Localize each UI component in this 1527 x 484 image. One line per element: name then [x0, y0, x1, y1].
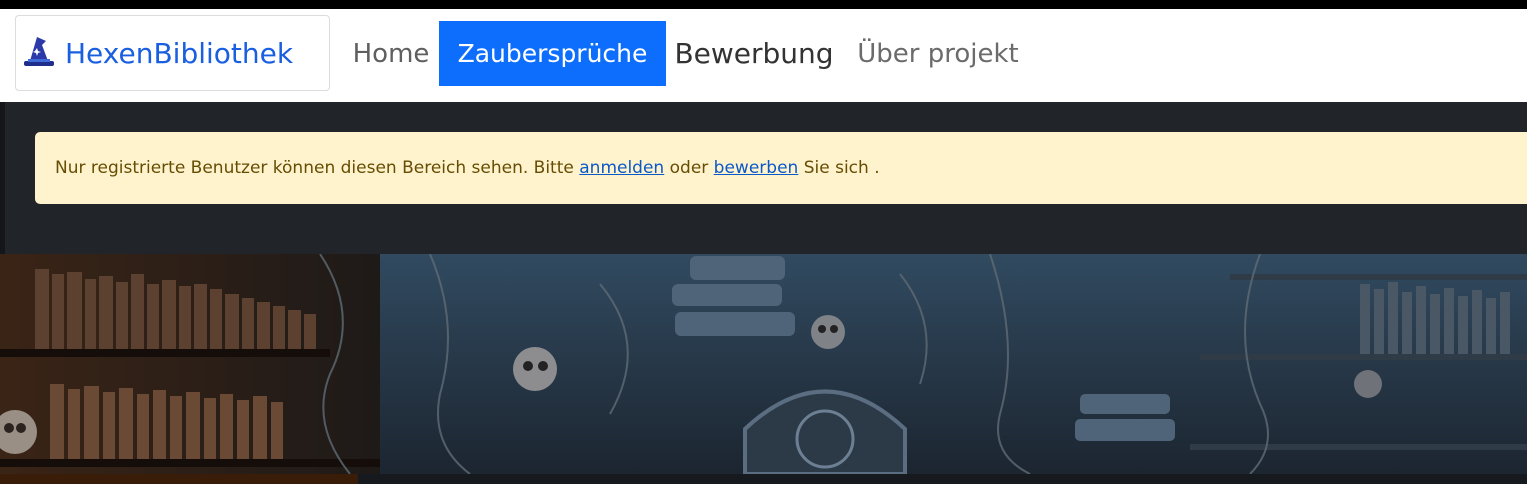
- library-illustration: [0, 254, 1527, 474]
- navbar: HexenBibliothek Home Zaubersprüche Bewer…: [0, 9, 1527, 102]
- nav-about-project[interactable]: Über projekt: [848, 21, 1028, 86]
- top-strip: [0, 0, 1527, 9]
- alert-text-before: Nur registrierte Benutzer können diesen …: [55, 158, 580, 178]
- alert-text-middle: oder: [664, 158, 714, 178]
- nav-application[interactable]: Bewerbung: [669, 21, 839, 86]
- apply-link[interactable]: bewerben: [714, 158, 799, 178]
- login-required-alert: Nur registrierte Benutzer können diesen …: [35, 132, 1527, 204]
- bottom-strip-accent: [0, 474, 358, 484]
- brand-name: HexenBibliothek: [65, 36, 294, 70]
- alert-text-after: Sie sich .: [798, 158, 880, 178]
- login-link[interactable]: anmelden: [579, 158, 664, 178]
- nav-home[interactable]: Home: [346, 21, 436, 86]
- library-banner-image: [0, 254, 1527, 474]
- brand-link[interactable]: HexenBibliothek: [15, 15, 330, 91]
- witch-hat-icon: [24, 37, 54, 66]
- nav-spells[interactable]: Zaubersprüche: [439, 21, 666, 86]
